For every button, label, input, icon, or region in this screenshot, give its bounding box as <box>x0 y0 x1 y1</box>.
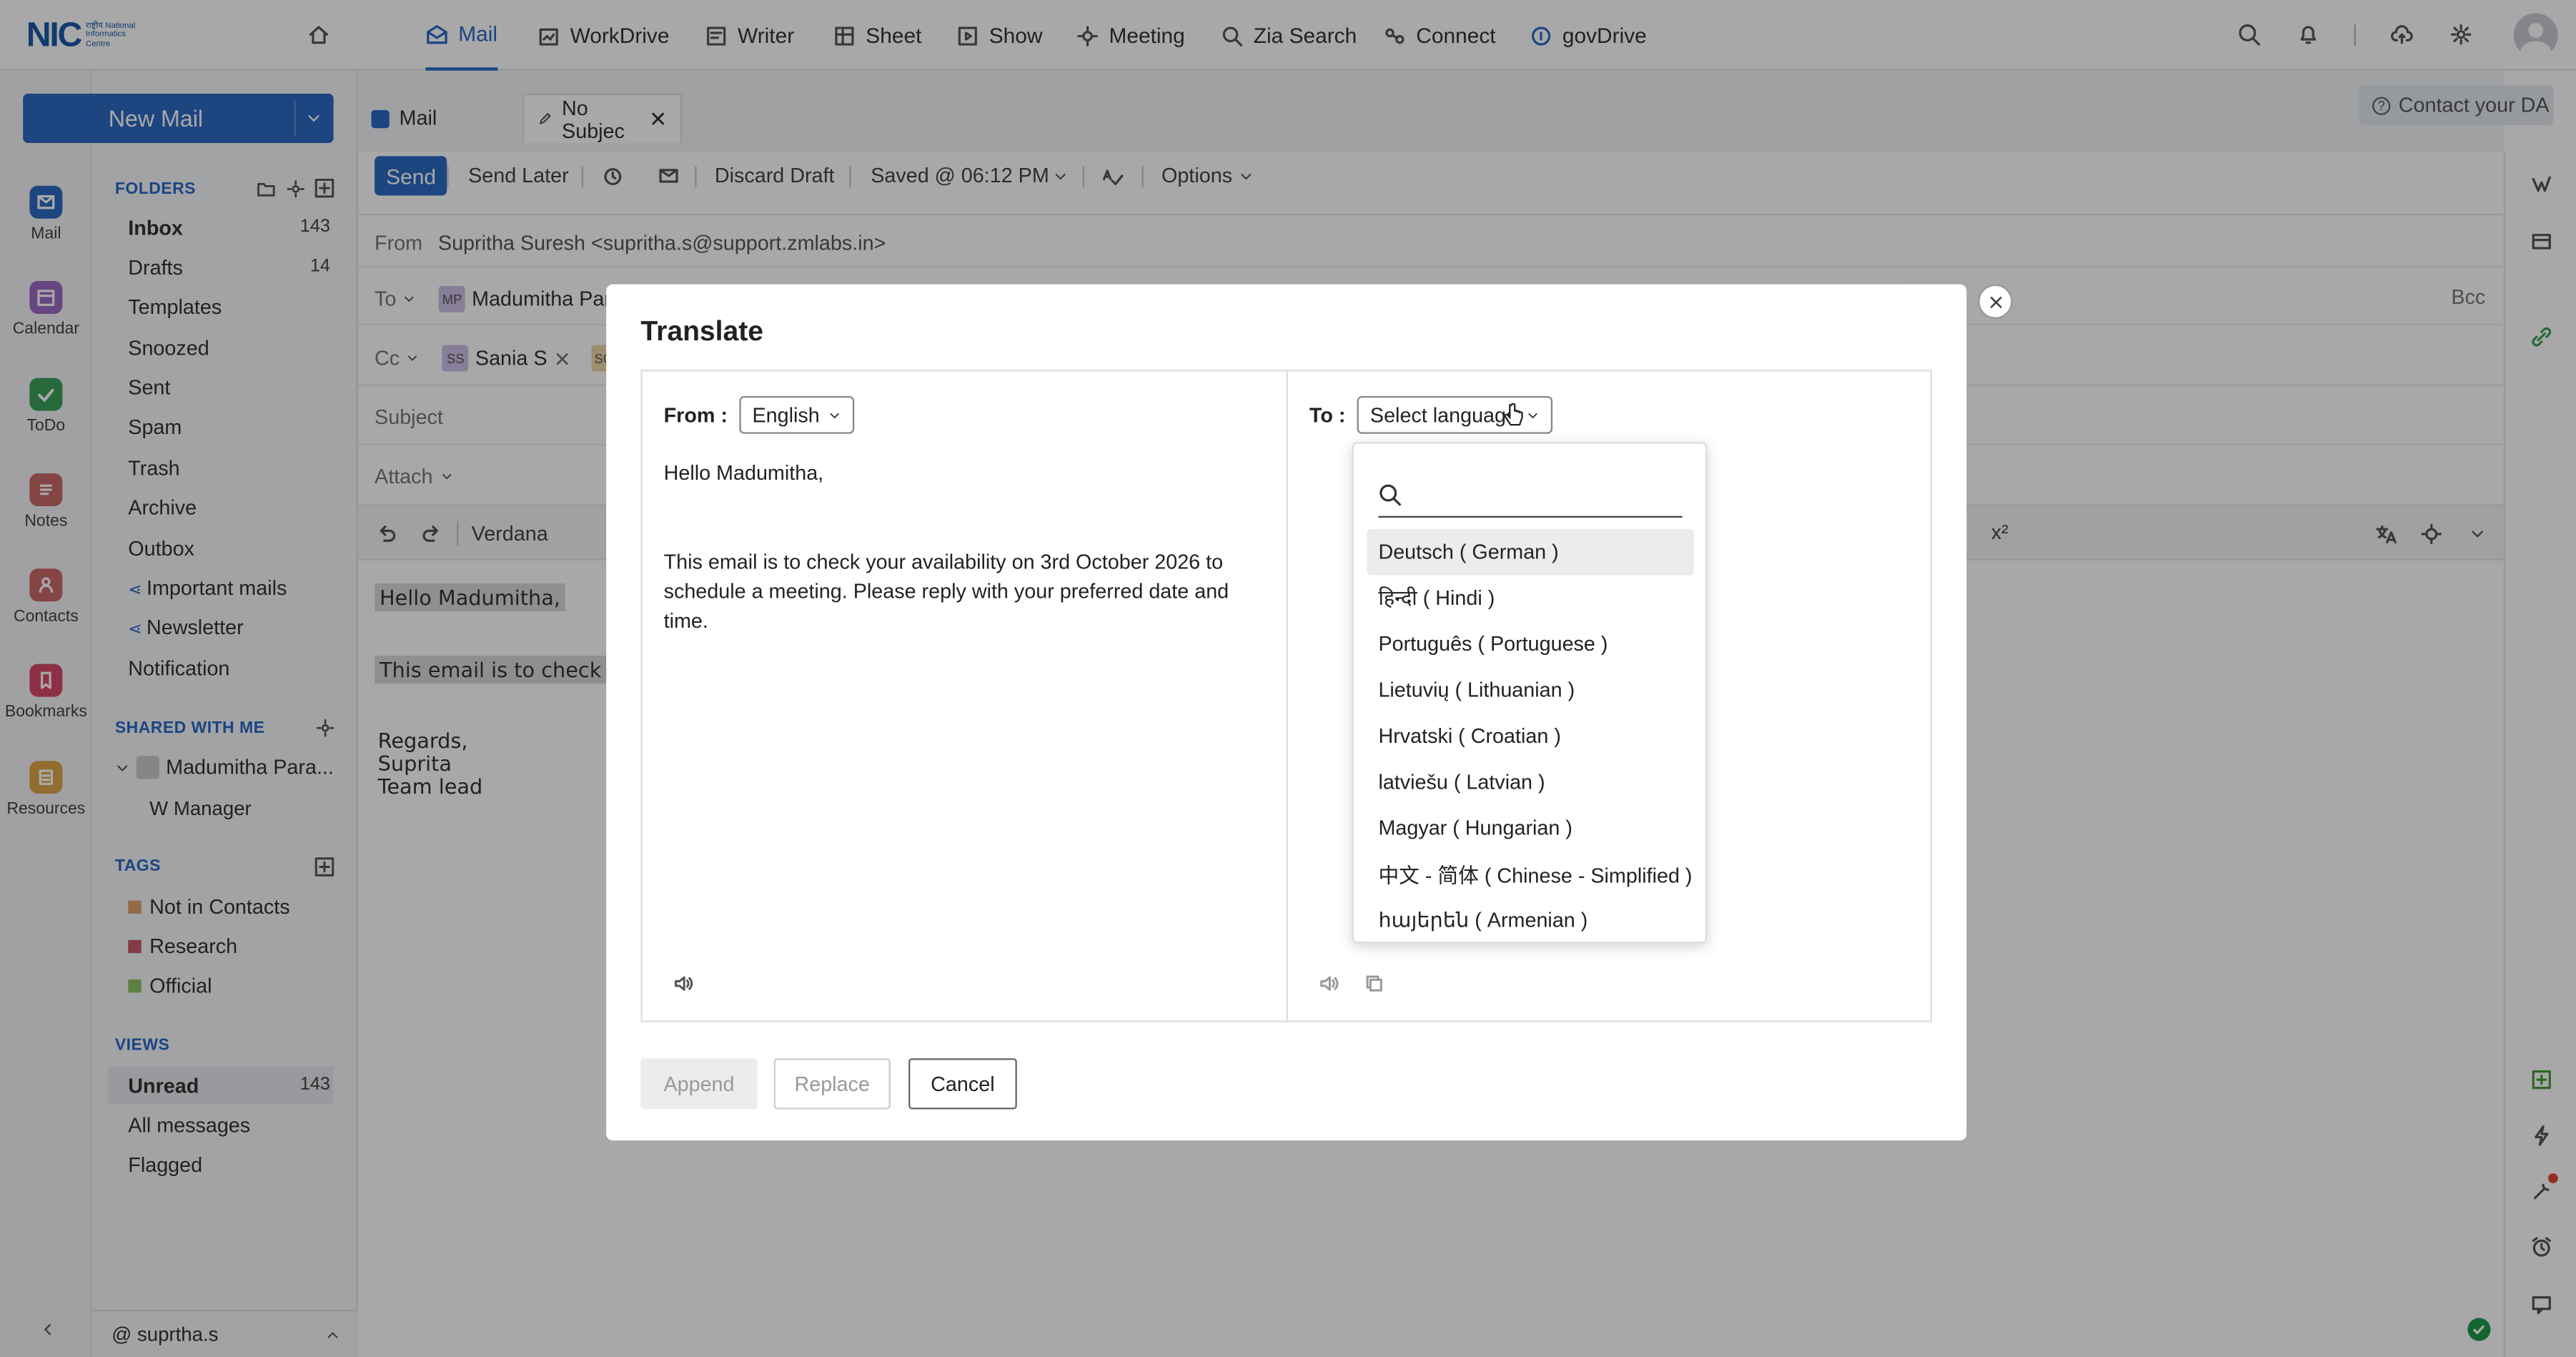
from-label: From : <box>663 403 728 427</box>
chevron-down-icon <box>830 412 839 418</box>
cancel-button[interactable]: Cancel <box>908 1058 1017 1110</box>
replace-button[interactable]: Replace <box>773 1058 891 1110</box>
from-language-select[interactable]: English <box>739 395 854 434</box>
hand-cursor-icon <box>1502 403 1525 429</box>
to-label: To : <box>1309 403 1346 427</box>
source-body: This email is to check your availability… <box>663 550 1229 633</box>
search-icon <box>1379 484 1401 506</box>
language-option[interactable]: 中文 - 简体 ( Chinese - Simplified ) <box>1367 849 1693 895</box>
source-pane: From : English Hello Madumitha, This ema… <box>640 370 1287 1022</box>
language-option[interactable]: हिन्दी ( Hindi ) <box>1367 573 1693 619</box>
language-search-input[interactable] <box>1378 480 1683 518</box>
language-option[interactable]: Hrvatski ( Croatian ) <box>1367 714 1693 759</box>
copy-icon[interactable] <box>1364 973 1385 995</box>
language-option[interactable]: Português ( Portuguese ) <box>1367 621 1693 667</box>
language-dropdown: Deutsch ( German ) हिन्दी ( Hindi ) Portug… <box>1352 442 1708 944</box>
speaker-icon[interactable] <box>1317 973 1339 995</box>
dialog-close-button[interactable] <box>1978 284 2013 319</box>
speaker-icon[interactable] <box>672 973 693 995</box>
language-option[interactable]: Deutsch ( German ) <box>1367 529 1694 576</box>
language-option[interactable]: latviešu ( Latvian ) <box>1367 759 1693 805</box>
dialog-title: Translate <box>640 315 764 347</box>
source-greeting: Hello Madumitha, <box>663 461 824 485</box>
translate-dialog: Translate From : English Hello Madumitha… <box>606 284 1967 1141</box>
language-option[interactable]: Magyar ( Hungarian ) <box>1367 805 1693 851</box>
language-option[interactable]: հայերեն ( Armenian ) <box>1367 896 1693 942</box>
language-option[interactable]: Lietuvių ( Lithuanian ) <box>1367 667 1693 713</box>
append-button[interactable]: Append <box>640 1058 758 1110</box>
chevron-down-icon <box>1527 412 1537 418</box>
